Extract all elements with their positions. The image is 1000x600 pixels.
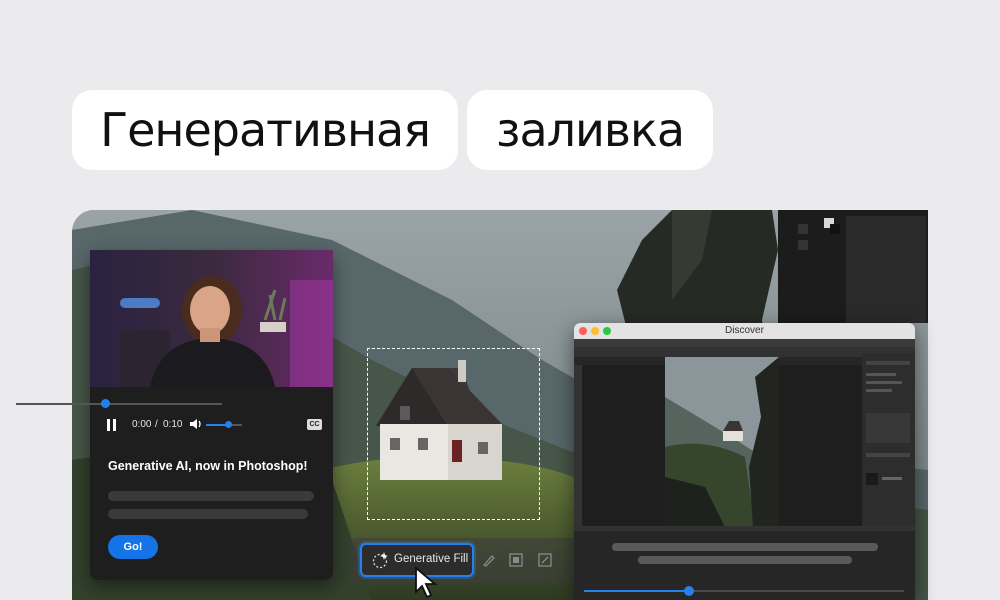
discover-slider-handle[interactable] [684, 586, 694, 596]
volume-icon[interactable] [189, 418, 203, 430]
placeholder-line [612, 543, 878, 551]
video-title: Generative AI, now in Photoshop! [108, 459, 308, 473]
photoshop-panel-fragment [778, 210, 928, 323]
volume-handle[interactable] [225, 421, 232, 428]
transform-icon[interactable] [537, 552, 553, 568]
mask-icon[interactable] [508, 552, 524, 568]
photoshop-toolbar [574, 365, 582, 530]
generative-fill-label: Generative Fill [394, 553, 469, 565]
closed-captions-button[interactable]: CC [307, 419, 322, 430]
go-button[interactable]: Go! [108, 535, 158, 559]
video-progress-track[interactable] [16, 403, 222, 405]
video-thumbnail[interactable] [90, 250, 333, 387]
placeholder-line [638, 556, 852, 564]
heading-word-2: заливка [467, 90, 713, 170]
generative-sparkle-icon [372, 552, 388, 569]
time-total: 0:10 [163, 419, 183, 430]
pause-icon[interactable] [107, 419, 117, 431]
mouse-cursor-icon [415, 566, 438, 599]
placeholder-line [108, 491, 314, 501]
panel-icons [798, 216, 926, 323]
selection-marquee[interactable] [367, 348, 540, 520]
discover-window: Discover [574, 323, 915, 600]
brush-icon[interactable] [481, 552, 497, 568]
photoshop-panels [862, 353, 915, 530]
window-titlebar: Discover [574, 323, 915, 339]
heading-word-1: Генеративная [72, 90, 458, 170]
time-separator: / [155, 419, 158, 430]
window-title: Discover [725, 325, 764, 336]
document-image [665, 357, 779, 527]
photoshop-menubar [574, 339, 915, 347]
discover-slider-fill [584, 590, 688, 592]
panel-details [866, 361, 910, 485]
time-current: 0:00 [132, 419, 152, 430]
placeholder-line [108, 509, 308, 519]
video-progress-handle[interactable] [101, 399, 110, 408]
